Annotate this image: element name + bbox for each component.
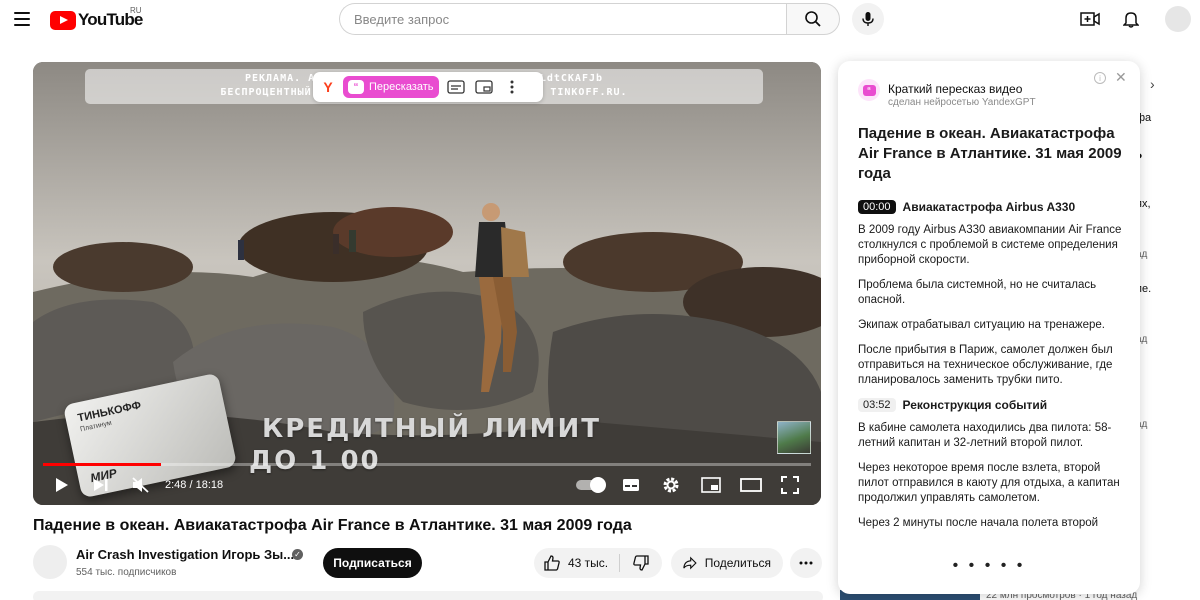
summary-subheader: сделан нейросетью YandexGPT [888,97,1036,108]
bell-icon [1123,12,1139,28]
subtitles-toggle[interactable] [445,76,467,98]
summary-section-header[interactable]: 03:52 Реконструкция событий [858,398,1122,412]
volume-muted-icon [132,477,149,493]
voice-search-button[interactable] [852,3,884,35]
yandex-toolbar: Y “ Пересказать [313,72,543,102]
next-icon [94,479,108,491]
chevron-right-icon[interactable]: › [1150,76,1155,92]
like-dislike-group: 43 тыс. [534,548,662,578]
youtube-logo[interactable]: YouTube RU [50,6,143,31]
player-controls: 2:48 / 18:18 [33,470,821,500]
fullscreen-icon [781,476,799,494]
progress-bar[interactable] [43,463,811,466]
mute-button[interactable] [130,474,152,496]
dislike-button[interactable] [620,548,662,578]
settings-button[interactable] [660,474,682,496]
notifications-button[interactable] [1120,8,1142,30]
toolbar-more-button[interactable] [501,76,523,98]
gear-icon [663,477,679,493]
account-avatar[interactable] [1165,6,1191,32]
more-horizontal-icon [799,561,813,565]
captions-icon [623,479,639,491]
video-plus-icon [1080,12,1100,26]
search-input[interactable]: Введите запрос [339,3,787,35]
summary-paragraph: Проблема была системной, но не считалась… [858,279,1097,306]
close-icon[interactable]: ✕ [1115,69,1127,86]
share-icon [683,556,697,570]
fullscreen-button[interactable] [779,474,801,496]
microphone-icon [862,12,874,26]
top-bar: YouTube RU Введите запрос [0,0,1200,40]
channel-name[interactable]: Air Crash Investigation Игорь Зы... [76,547,294,562]
retell-button[interactable]: “ Пересказать [343,76,439,98]
channel-avatar[interactable] [33,545,67,579]
captions-button[interactable] [620,474,642,496]
play-icon [56,478,68,492]
youtube-play-icon [50,10,76,30]
play-button[interactable] [51,474,73,496]
picture-in-picture-toggle[interactable] [473,76,495,98]
summary-section: 00:00 Авиакатастрофа Airbus A330 В 2009 … [858,200,1122,388]
video-summary-panel: “ Краткий пересказ видео сделан нейросет… [838,61,1140,594]
summary-paragraph: Через некоторое время после взлета, втор… [858,462,1120,504]
section-title: Реконструкция событий [902,398,1048,412]
theater-icon [740,478,762,492]
summary-paragraph: В кабине самолета находились два пилота:… [858,422,1112,449]
retell-label: Пересказать [369,81,434,93]
summary-content[interactable]: Падение в океан. Авиакатастрофа Air Fran… [858,124,1122,554]
like-button[interactable]: 43 тыс. [534,548,619,578]
summary-header: Краткий пересказ видео [888,82,1023,96]
theater-mode-button[interactable] [740,474,762,496]
more-vertical-icon [510,80,513,94]
summary-quote-icon: “ [858,79,880,101]
timestamp-badge[interactable]: 00:00 [858,200,896,214]
video-player[interactable]: РЕКЛАМА. АО "ТИНЬКОФФ БА РФ № 2673; erid… [33,62,821,505]
section-title: Авиакатастрофа Airbus A330 [902,200,1076,214]
time-current: 2:48 [165,479,187,491]
more-actions-button[interactable] [790,548,822,578]
search-icon [805,11,821,27]
ad-thumbnail[interactable] [777,421,811,454]
summary-title: Падение в океан. Авиакатастрофа Air Fran… [858,125,1122,182]
menu-icon[interactable] [14,12,30,26]
description-box[interactable] [33,591,823,600]
summary-paragraph: В 2009 году Airbus A330 авиакомпании Air… [858,224,1122,266]
subscribe-button[interactable]: Подписаться [323,548,422,578]
next-button[interactable] [90,474,112,496]
time-total: 18:18 [195,479,224,491]
video-title: Падение в океан. Авиакатастрофа Air Fran… [33,517,632,534]
summary-section-header[interactable]: 00:00 Авиакатастрофа Airbus A330 [858,200,1122,214]
verified-check-icon: ✓ [292,549,303,560]
autoplay-toggle[interactable] [576,477,606,493]
subtitles-icon [446,80,465,94]
search-placeholder: Введите запрос [354,11,450,27]
summary-section: 03:52 Реконструкция событий В кабине сам… [858,398,1122,531]
thumbs-down-icon [633,555,649,571]
summary-paragraph: После прибытия в Париж, самолет должен б… [858,344,1113,386]
yandex-icon[interactable]: Y [319,78,337,96]
progress-fill [43,463,161,466]
ad-overlay-line1: КРЕДИТНЫЙ ЛИМИТ [262,414,601,444]
thumbs-up-icon [544,555,560,571]
search-button[interactable] [786,3,840,35]
info-icon[interactable]: i [1094,72,1106,84]
like-count: 43 тыс. [568,556,609,570]
quote-icon: “ [348,80,364,94]
pip-icon [474,80,493,94]
share-label: Поделиться [704,556,771,570]
timestamp-badge[interactable]: 03:52 [858,398,896,412]
miniplayer-button[interactable] [700,474,722,496]
share-button[interactable]: Поделиться [671,548,783,578]
time-display: 2:48 / 18:18 [165,479,223,491]
subscriber-count: 554 тыс. подписчиков [76,567,177,578]
miniplayer-icon [701,477,721,493]
summary-loading-dots: • • • • • [952,557,1026,574]
summary-paragraph: Экипаж отрабатывал ситуацию на тренажере… [858,319,1105,331]
logo-region: RU [130,6,142,15]
create-video-button[interactable] [1079,8,1101,30]
